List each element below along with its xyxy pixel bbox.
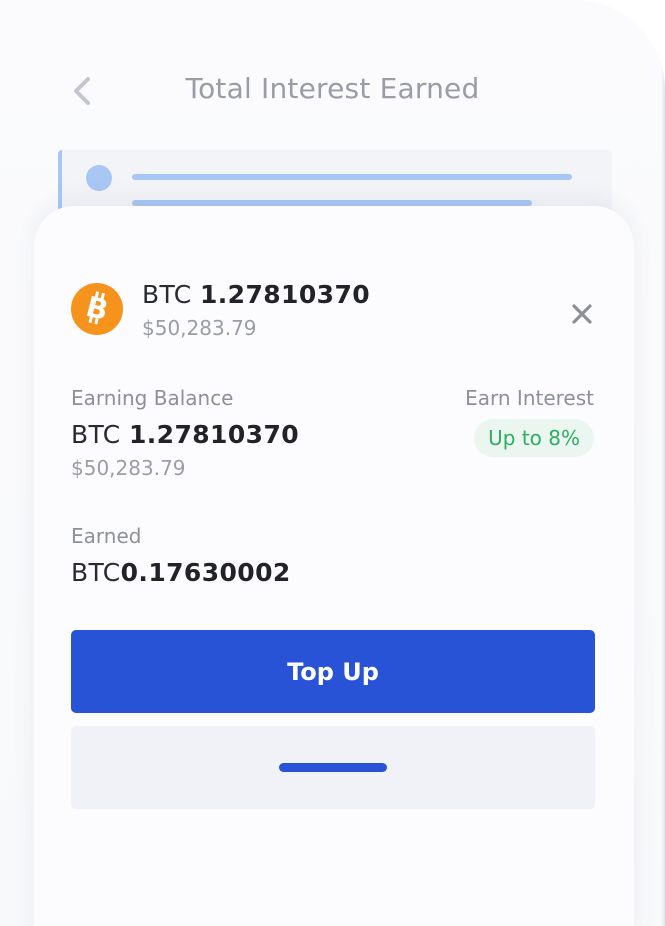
secondary-action-button[interactable] <box>71 726 595 809</box>
placeholder-dot <box>86 165 112 191</box>
earning-balance-amount: BTC 1.27810370 <box>71 420 299 449</box>
interest-rate-badge: Up to 8% <box>474 419 594 457</box>
top-up-button[interactable]: Top Up <box>71 630 595 713</box>
interest-detail-sheet: B BTC 1.27810370 $50,283.79 Earning Bala… <box>34 206 634 926</box>
app-screen: Total Interest Earned B BTC 1.27810370 $… <box>0 0 665 926</box>
earned-value: 0.17630002 <box>120 558 291 587</box>
placeholder-line <box>132 174 572 180</box>
bitcoin-icon: B <box>71 283 123 335</box>
earning-balance-usd: $50,283.79 <box>71 456 186 480</box>
asset-balance: 1.27810370 <box>199 280 371 309</box>
earning-balance-ticker: BTC <box>71 420 121 449</box>
bitcoin-symbol: B <box>83 290 112 327</box>
earn-interest-label: Earn Interest <box>465 386 594 410</box>
close-button[interactable] <box>570 302 594 326</box>
close-icon <box>572 304 592 324</box>
device-edge <box>661 0 665 926</box>
earned-amount: BTC0.17630002 <box>71 558 291 587</box>
asset-ticker: BTC <box>142 280 192 309</box>
earned-ticker: BTC <box>71 558 121 587</box>
asset-usd-value: $50,283.79 <box>142 316 257 340</box>
asset-amount: BTC 1.27810370 <box>142 280 370 309</box>
earned-label: Earned <box>71 524 142 548</box>
page-title: Total Interest Earned <box>185 72 480 105</box>
earning-balance-label: Earning Balance <box>71 386 234 410</box>
earning-balance-value: 1.27810370 <box>128 420 300 449</box>
placeholder-bar <box>279 763 387 772</box>
